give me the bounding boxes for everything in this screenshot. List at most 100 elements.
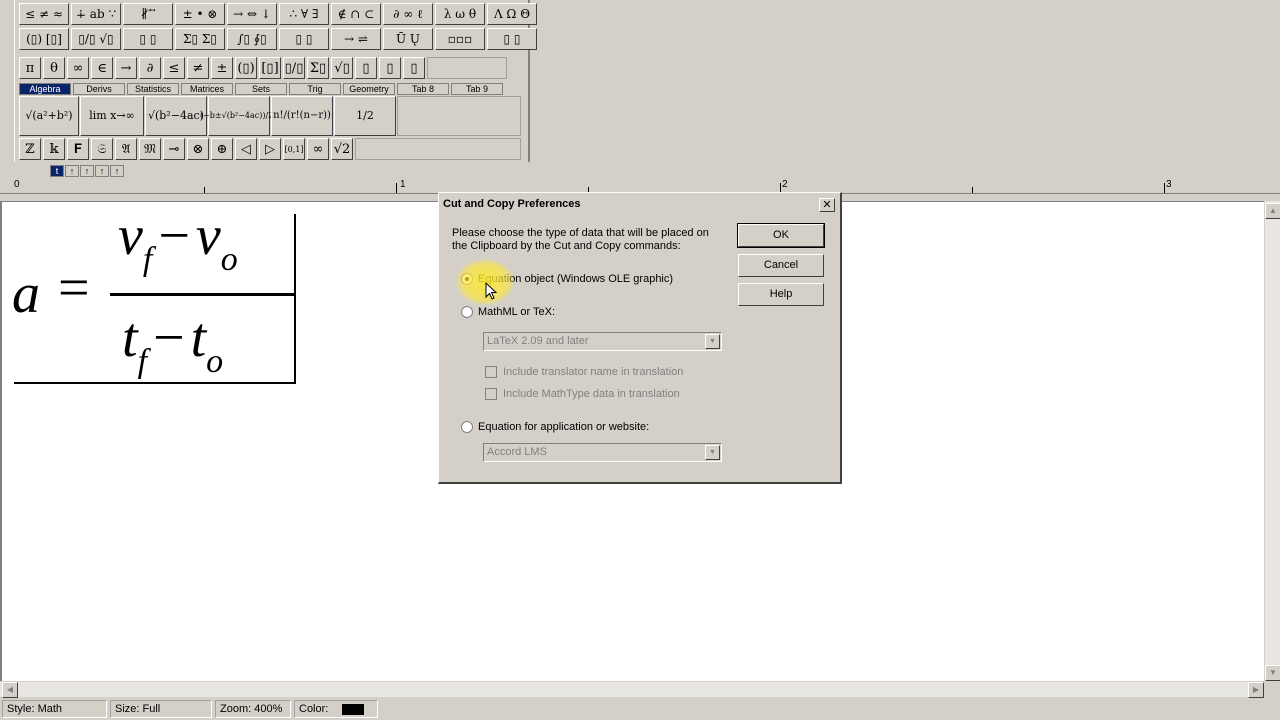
tab-sets[interactable]: Sets [235, 83, 287, 95]
infinity-button[interactable]: ∞ [67, 57, 89, 79]
scroll-left-arrow-icon[interactable]: ◀ [2, 682, 18, 698]
less-equal-button[interactable]: ≤ [163, 57, 185, 79]
include-translator-name-label: Include translator name in translation [503, 366, 684, 378]
sqrt-two-button[interactable]: √2 [331, 138, 353, 160]
summation-templates-button[interactable]: Σ▯ Σ▯ [175, 28, 225, 50]
not-equal-button[interactable]: ≠ [187, 57, 209, 79]
include-mathtype-data-option[interactable]: Include MathType data in translation [485, 388, 680, 400]
tab-statistics[interactable]: Statistics [127, 83, 179, 95]
double-struck-z-button[interactable]: ℤ [19, 138, 41, 160]
option-application-website[interactable]: Equation for application or website: [461, 421, 649, 433]
close-icon[interactable]: ✕ [819, 198, 835, 212]
arrow-symbols-button[interactable]: → ⇔ ↓ [227, 3, 277, 25]
tab-9[interactable]: Tab 9 [451, 83, 503, 95]
matrix-templates-button[interactable]: ▫▫▫ [435, 28, 485, 50]
interval-button[interactable]: [0,1] [283, 138, 305, 160]
fraction-radical-templates-button[interactable]: ▯/▯ √▯ [71, 28, 121, 50]
radical-button[interactable]: √▯ [331, 57, 353, 79]
script-m-button[interactable]: 𝔐 [139, 138, 161, 160]
plus-minus-button[interactable]: ± [211, 57, 233, 79]
tab-trig[interactable]: Trig [289, 83, 341, 95]
vertical-scrollbar[interactable]: ▲ ▼ [1264, 201, 1280, 681]
tab-matrices[interactable]: Matrices [181, 83, 233, 95]
subsuperscript-button[interactable]: ▯ [403, 57, 425, 79]
subscript-superscript-templates-button[interactable]: ▯ ▯ [123, 28, 173, 50]
superscript-button[interactable]: ▯ [355, 57, 377, 79]
scroll-up-arrow-icon[interactable]: ▲ [1265, 203, 1280, 219]
tab-algebra[interactable]: Algebra [19, 83, 71, 95]
embellishments-button[interactable]: ∦ ⃗ ⃗ [123, 3, 173, 25]
pi-button[interactable]: π [19, 57, 41, 79]
element-of-button[interactable]: ∈ [91, 57, 113, 79]
tab-stop-left-button[interactable]: t [50, 165, 64, 177]
tab-stop-relational-button[interactable]: ↑ [95, 165, 109, 177]
subscript-button[interactable]: ▯ [379, 57, 401, 79]
set-theory-symbols-button[interactable]: ∉ ∩ ⊂ [331, 3, 381, 25]
circled-times-button[interactable]: ⊗ [187, 138, 209, 160]
tab-8[interactable]: Tab 8 [397, 83, 449, 95]
radio-mathml-tex[interactable] [461, 306, 473, 318]
ruler-tick [396, 183, 397, 193]
expression-quadratic-formula[interactable]: (−b±√(b²−4ac))/2a [200, 96, 278, 136]
help-button[interactable]: Help [738, 283, 824, 306]
denominator-sub-o: o [206, 343, 224, 380]
right-triangle-button[interactable]: ▷ [259, 138, 281, 160]
double-struck-k-button[interactable]: 𝕜 [43, 138, 65, 160]
expression-limit[interactable]: lim x→∞ [80, 96, 144, 136]
fraktur-s-button[interactable]: 𝔖 [91, 138, 113, 160]
ok-button[interactable]: OK [737, 223, 825, 248]
tab-stop-decimal-button[interactable]: ↑ [110, 165, 124, 177]
fraction-button[interactable]: ▯/▯ [283, 57, 305, 79]
include-mathtype-data-checkbox[interactable] [485, 388, 497, 400]
parentheses-button[interactable]: (▯) [235, 57, 257, 79]
operator-symbols-button[interactable]: ± • ⊗ [175, 3, 225, 25]
brackets-button[interactable]: [▯] [259, 57, 281, 79]
greek-uppercase-button[interactable]: Λ Ω Θ [487, 3, 537, 25]
partial-button[interactable]: ∂ [139, 57, 161, 79]
theta-button[interactable]: θ [43, 57, 65, 79]
right-arrow-button[interactable]: → [115, 57, 137, 79]
option-mathml-tex[interactable]: MathML or TeX: [461, 306, 555, 318]
greek-lowercase-button[interactable]: λ ω θ [435, 3, 485, 25]
logical-symbols-button[interactable]: ∴ ∀ ∃ [279, 3, 329, 25]
infinity-symbol-button[interactable]: ∞ [307, 138, 329, 160]
left-triangle-button[interactable]: ◁ [235, 138, 257, 160]
include-translator-name-option[interactable]: Include translator name in translation [485, 366, 683, 378]
chevron-down-icon[interactable]: ▼ [705, 334, 720, 349]
algebra-expression-bar: √(a²+b²) lim x→∞ √(b²−4ac) (−b±√(b²−4ac)… [19, 96, 521, 136]
products-set-theory-templates-button[interactable]: Ū Ų [383, 28, 433, 50]
fence-templates-button[interactable]: (▯) [▯] [19, 28, 69, 50]
cancel-button[interactable]: Cancel [738, 254, 824, 277]
integral-templates-button[interactable]: ∫▯ ∮▯ [227, 28, 277, 50]
expression-one-half[interactable]: 1/2 [334, 96, 396, 136]
expression-combination[interactable]: n!/(r!(n−r)) [271, 96, 333, 136]
spaces-ellipses-button[interactable]: ∔ ab ∵ [71, 3, 121, 25]
tab-geometry[interactable]: Geometry [343, 83, 395, 95]
translator-select[interactable]: LaTeX 2.09 and later ▼ [483, 332, 722, 351]
multimap-button[interactable]: ⊸ [163, 138, 185, 160]
labeled-arrow-templates-button[interactable]: → ⇌ [331, 28, 381, 50]
tab-stop-right-button[interactable]: ↑ [80, 165, 94, 177]
scroll-right-arrow-icon[interactable]: ▶ [1248, 682, 1264, 698]
relational-symbols-button[interactable]: ≤ ≠ ≈ [19, 3, 69, 25]
underbar-overbar-templates-button[interactable]: ▯ ▯ [279, 28, 329, 50]
box-templates-button[interactable]: ▯ ▯ [487, 28, 537, 50]
chevron-down-icon[interactable]: ▼ [705, 445, 720, 460]
application-select[interactable]: Accord LMS ▼ [483, 443, 722, 462]
summation-button[interactable]: Σ▯ [307, 57, 329, 79]
scroll-down-arrow-icon[interactable]: ▼ [1265, 665, 1280, 681]
status-style: Style: Math [2, 700, 107, 718]
expression-discriminant-root[interactable]: √(b²−4ac) [145, 96, 207, 136]
tab-stop-center-button[interactable]: ↑ [65, 165, 79, 177]
radio-equation-object[interactable] [461, 273, 473, 285]
include-translator-name-checkbox[interactable] [485, 366, 497, 378]
circled-plus-button[interactable]: ⊕ [211, 138, 233, 160]
bold-f-button[interactable]: 𝐅 [67, 138, 89, 160]
fraktur-a-button[interactable]: 𝔄 [115, 138, 137, 160]
equation[interactable]: a = vf − vo tf − to [12, 205, 296, 384]
misc-symbols-button[interactable]: ∂ ∞ ℓ [383, 3, 433, 25]
tab-derivs[interactable]: Derivs [73, 83, 125, 95]
radio-application-website[interactable] [461, 421, 473, 433]
horizontal-scrollbar[interactable]: ◀ ▶ [0, 681, 1264, 698]
expression-sqrt-sum-squares[interactable]: √(a²+b²) [19, 96, 79, 136]
